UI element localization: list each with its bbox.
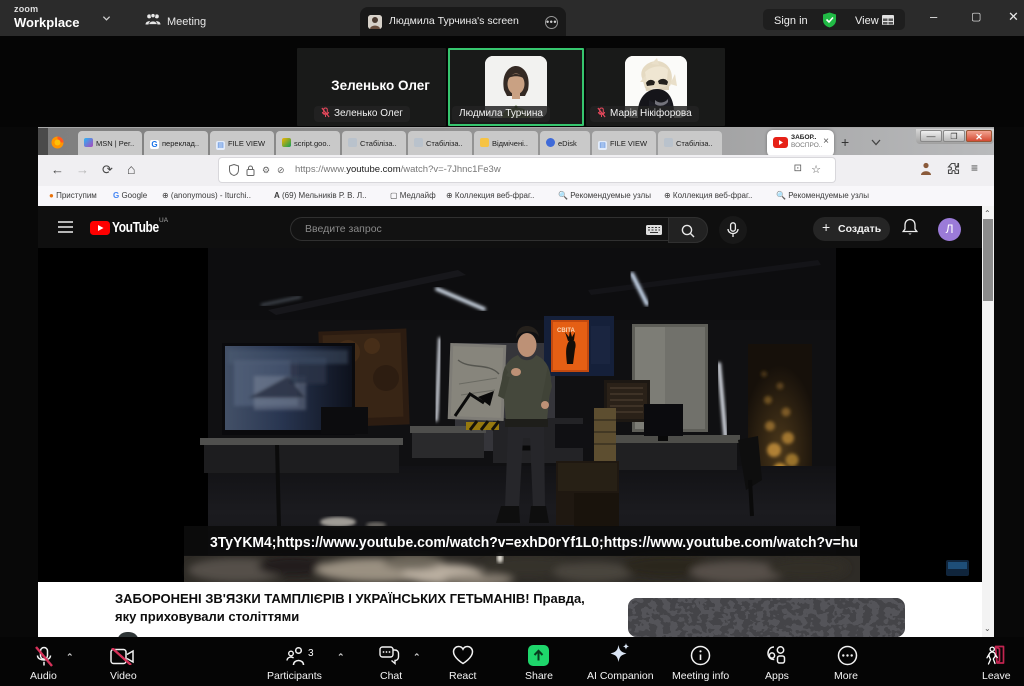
svg-text:3TyYKM4;https://www.youtube.co: 3TyYKM4;https://www.youtube.com/watch?v=… <box>210 535 858 551</box>
svg-text:CBITA: CBITA <box>557 328 576 334</box>
